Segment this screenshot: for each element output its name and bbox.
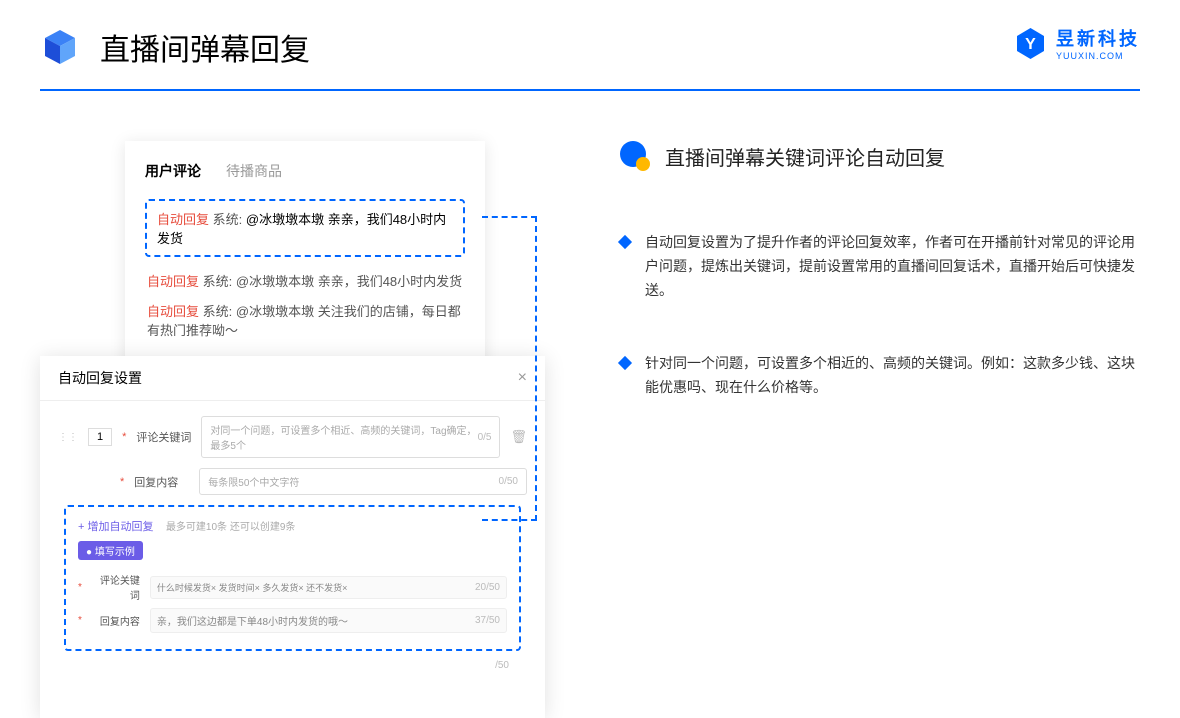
brand-url: YUUXIN.COM — [1056, 51, 1140, 61]
brand-logo: Y 昱新科技 YUUXIN.COM — [1013, 25, 1140, 61]
tab-user-comments[interactable]: 用户评论 — [145, 161, 201, 181]
connector-line — [482, 216, 537, 521]
brand-icon: Y — [1013, 26, 1048, 61]
trailing-counter: /50 — [495, 660, 509, 671]
bullet-item: 针对同一个问题，可设置多个相近的、高频的关键词。例如：这款多少钱、这块能优惠吗、… — [620, 352, 1140, 400]
page-header: 直播间弹幕回复 — [0, 0, 1180, 69]
example-content-label: 回复内容 — [92, 613, 140, 628]
brand-name: 昱新科技 — [1056, 25, 1140, 51]
comments-card: 用户评论 待播商品 自动回复 系统: @冰墩墩本墩 亲亲，我们48小时内发货 自… — [125, 141, 485, 381]
comment-row: 自动回复 系统: @冰墩墩本墩 亲亲，我们48小时内发货 — [147, 272, 463, 292]
description-panel: 直播间弹幕关键词评论自动回复 自动回复设置为了提升作者的评论回复效率，作者可在开… — [580, 141, 1140, 450]
index-number: 1 — [88, 428, 112, 446]
content-label: 回复内容 — [134, 474, 189, 490]
section-icon — [620, 141, 650, 171]
keyword-input[interactable]: 对同一个问题，可设置多个相近、高频的关键词，Tag确定，最多5个 0/5 — [201, 416, 500, 458]
add-limit-hint: 最多可建10条 还可以创建9条 — [166, 522, 295, 533]
auto-reply-tag: 自动回复 — [157, 212, 209, 227]
diamond-icon — [618, 356, 632, 370]
screenshot-panel: 用户评论 待播商品 自动回复 系统: @冰墩墩本墩 亲亲，我们48小时内发货 自… — [40, 141, 540, 450]
settings-title: 自动回复设置 — [58, 368, 142, 388]
drag-handle-icon[interactable]: ⋮⋮ — [58, 432, 78, 443]
tab-pending-goods[interactable]: 待播商品 — [226, 161, 282, 181]
bullet-item: 自动回复设置为了提升作者的评论回复效率，作者可在开播前针对常见的评论用户问题，提… — [620, 231, 1140, 302]
example-badge: ● 填写示例 — [78, 541, 143, 560]
add-auto-reply-link[interactable]: + 增加自动回复 — [78, 521, 153, 533]
example-content-input[interactable]: 亲，我们这边都是下单48小时内发货的哦～ 37/50 — [150, 608, 507, 633]
svg-text:Y: Y — [1025, 36, 1036, 53]
example-box: + 增加自动回复 最多可建10条 还可以创建9条 ● 填写示例 * 评论关键词 … — [64, 505, 521, 651]
example-keyword-input[interactable]: 什么时候发货× 发货时间× 多久发货× 还不发货× 20/50 — [150, 576, 507, 599]
diamond-icon — [618, 235, 632, 249]
keyword-label: 评论关键词 — [136, 429, 191, 445]
content-input[interactable]: 每条限50个中文字符 0/50 — [199, 468, 527, 495]
header-cube-icon — [40, 27, 80, 67]
example-keyword-label: 评论关键词 — [92, 572, 140, 602]
page-title: 直播间弹幕回复 — [100, 25, 310, 69]
section-title: 直播间弹幕关键词评论自动回复 — [665, 142, 945, 171]
required-star: * — [120, 476, 124, 488]
comment-row: 自动回复 系统: @冰墩墩本墩 关注我们的店铺，每日都有热门推荐呦～ — [147, 302, 463, 341]
highlighted-comment: 自动回复 系统: @冰墩墩本墩 亲亲，我们48小时内发货 — [145, 199, 465, 257]
system-label: 系统: — [213, 212, 243, 227]
required-star: * — [122, 431, 126, 443]
